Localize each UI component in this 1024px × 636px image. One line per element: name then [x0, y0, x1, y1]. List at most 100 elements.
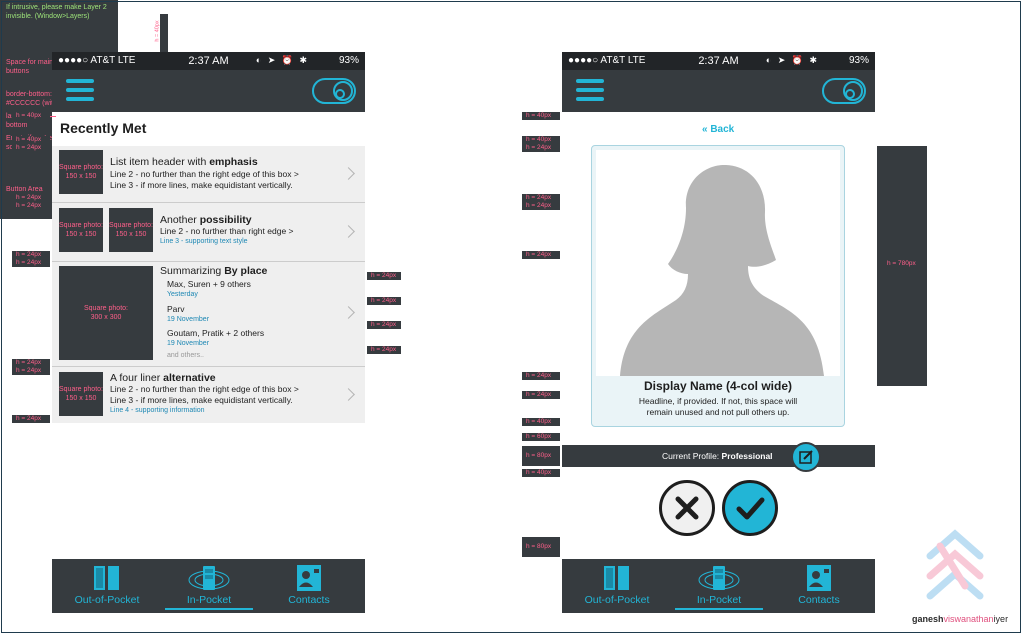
measure-label: h = 780px: [883, 260, 920, 268]
hamburger-icon[interactable]: [66, 76, 96, 106]
chevron-right-icon: [342, 167, 355, 180]
contacts-card-icon: [297, 565, 321, 591]
tab-out-of-pocket[interactable]: Out-of-Pocket: [57, 559, 157, 613]
item-line3: Line 3 - if more lines, make equidistant…: [110, 180, 293, 190]
place-item-name: Max, Suren + 9 others: [167, 279, 251, 289]
measure-label: h = 24px: [522, 251, 560, 259]
person-silhouette-icon: [620, 164, 824, 376]
measure-label: h = 40px: [12, 136, 50, 144]
active-tab-indicator: [165, 608, 253, 610]
right-status-bar: ●●●●○ AT&T LTE 2:37 AM ◐ ➤ ⏰ ✱ 93%: [562, 52, 875, 70]
back-link[interactable]: « Back: [702, 124, 734, 135]
measure-label: h = 24px: [12, 415, 50, 423]
item-header: Another possibility: [160, 214, 252, 226]
measure-label: h = 24px: [522, 194, 560, 202]
accept-button[interactable]: [722, 480, 778, 536]
measure-label: h = 24px: [367, 272, 401, 280]
tab-in-pocket[interactable]: In-Pocket: [159, 559, 259, 613]
reject-button[interactable]: [659, 480, 715, 536]
signature-logo-icon: [926, 529, 984, 600]
hamburger-icon[interactable]: [576, 76, 606, 106]
photo-placeholder: Square photo: 150 x 150: [59, 208, 103, 252]
measure-label: h = 24px: [522, 144, 560, 152]
battery-text: 93%: [848, 55, 869, 66]
tab-label: In-Pocket: [186, 594, 232, 606]
check-icon: [736, 497, 765, 520]
chevron-right-icon: [342, 306, 355, 319]
place-item-name: Parv: [167, 304, 185, 314]
edit-icon: [799, 450, 813, 464]
item-header: Summarizing By place: [160, 265, 268, 277]
top-measure: h = 40px: [155, 14, 168, 52]
toggle-knob-icon: [843, 81, 863, 101]
measure-label: h = 24px: [367, 321, 401, 329]
tab-label: Contacts: [288, 594, 330, 606]
measure-label: h = 24px: [12, 251, 50, 259]
list-item[interactable]: Square photo: 150 x 150 List item header…: [52, 146, 365, 203]
place-item-date: 19 November: [167, 340, 210, 347]
measure-label: h = 80px: [522, 537, 560, 557]
clock-text: 2:37 AM: [188, 55, 229, 67]
chevron-right-icon: [342, 225, 355, 238]
measure-label: h = 40px: [12, 112, 50, 120]
item-line2: Line 2 - no further than the right edge …: [110, 384, 299, 394]
list-item[interactable]: Square photo: 300 x 300 Summarizing By p…: [52, 262, 365, 367]
photo-placeholder: Square photo: 150 x 150: [109, 208, 153, 252]
tab-in-pocket[interactable]: In-Pocket: [669, 559, 769, 613]
place-item-more: and others..: [167, 352, 204, 359]
tab-label: Contacts: [798, 594, 840, 606]
phone-cards-icon: [604, 566, 629, 590]
layer-toggle[interactable]: [312, 78, 356, 104]
tab-label: In-Pocket: [696, 594, 742, 606]
close-icon: [675, 496, 699, 520]
photo-placeholder: Square photo: 300 x 300: [59, 266, 153, 360]
battery-text: 93%: [338, 55, 359, 66]
item-header: List item header with emphasis: [110, 156, 258, 168]
toggle-knob-icon: [333, 81, 353, 101]
measure-label: h = 60px: [522, 433, 560, 441]
right-header-bar: [562, 70, 875, 112]
list-item[interactable]: Square photo: 150 x 150 A four liner alt…: [52, 367, 365, 423]
tab-contacts[interactable]: Contacts: [259, 559, 359, 613]
photo-placeholder: Square photo: 150 x 150: [59, 150, 103, 194]
layer-toggle[interactable]: [822, 78, 866, 104]
profile-headline: Headline, if provided. If not, this spac…: [638, 396, 798, 417]
contacts-card-icon: [807, 565, 831, 591]
item-line4: Line 4 - supporting information: [110, 407, 205, 414]
phone-waves-icon: [698, 566, 740, 590]
display-name: Display Name (4-col wide): [643, 379, 793, 393]
item-line2: Line 2 - no further than the right edge …: [110, 169, 299, 179]
phone-cards-icon: [94, 566, 119, 590]
tab-contacts[interactable]: Contacts: [769, 559, 869, 613]
measure-label: h = 24px: [12, 194, 50, 202]
page-title: Recently Met: [60, 120, 147, 136]
left-tab-bar: Out-of-Pocket In-Pocket Contacts: [52, 559, 365, 613]
status-icons: ◐ ➤ ⏰ ✱: [255, 55, 309, 65]
tab-out-of-pocket[interactable]: Out-of-Pocket: [567, 559, 667, 613]
place-item-name: Goutam, Pratik + 2 others: [167, 328, 265, 338]
current-profile-bar: Current Profile: Professional: [562, 445, 875, 467]
chevron-right-icon: [342, 388, 355, 401]
tab-label: Out-of-Pocket: [584, 594, 650, 606]
edit-profile-button[interactable]: [791, 442, 821, 472]
height-780-column: h = 780px: [877, 146, 927, 386]
profile-card: Display Name (4-col wide) Headline, if p…: [591, 145, 845, 427]
item-line2: Line 2 - no further than right edge >: [160, 226, 294, 236]
measure-label: h = 40px: [522, 469, 560, 477]
clock-text: 2:37 AM: [698, 55, 739, 67]
top-measure-label: h = 40px: [154, 20, 161, 42]
measure-label: h = 40px: [522, 418, 560, 426]
measure-label: h = 24px: [367, 346, 401, 354]
measure-label: h = 40px: [522, 136, 560, 144]
left-status-bar: ●●●●○ AT&T LTE 2:37 AM ◐ ➤ ⏰ ✱ 93%: [52, 52, 365, 70]
measure-label: h = 80px: [522, 446, 560, 466]
current-profile-text: Current Profile: Professional: [662, 451, 773, 461]
avatar: [596, 150, 840, 376]
measure-label: h = 24px: [522, 391, 560, 399]
place-item-date: 19 November: [167, 316, 210, 323]
list-item[interactable]: Square photo: 150 x 150 Square photo: 15…: [52, 203, 365, 262]
phone-waves-icon: [188, 566, 230, 590]
left-header-bar: [52, 70, 365, 112]
measure-label: h = 24px: [522, 372, 560, 380]
measure-label: h = 24px: [12, 359, 50, 367]
